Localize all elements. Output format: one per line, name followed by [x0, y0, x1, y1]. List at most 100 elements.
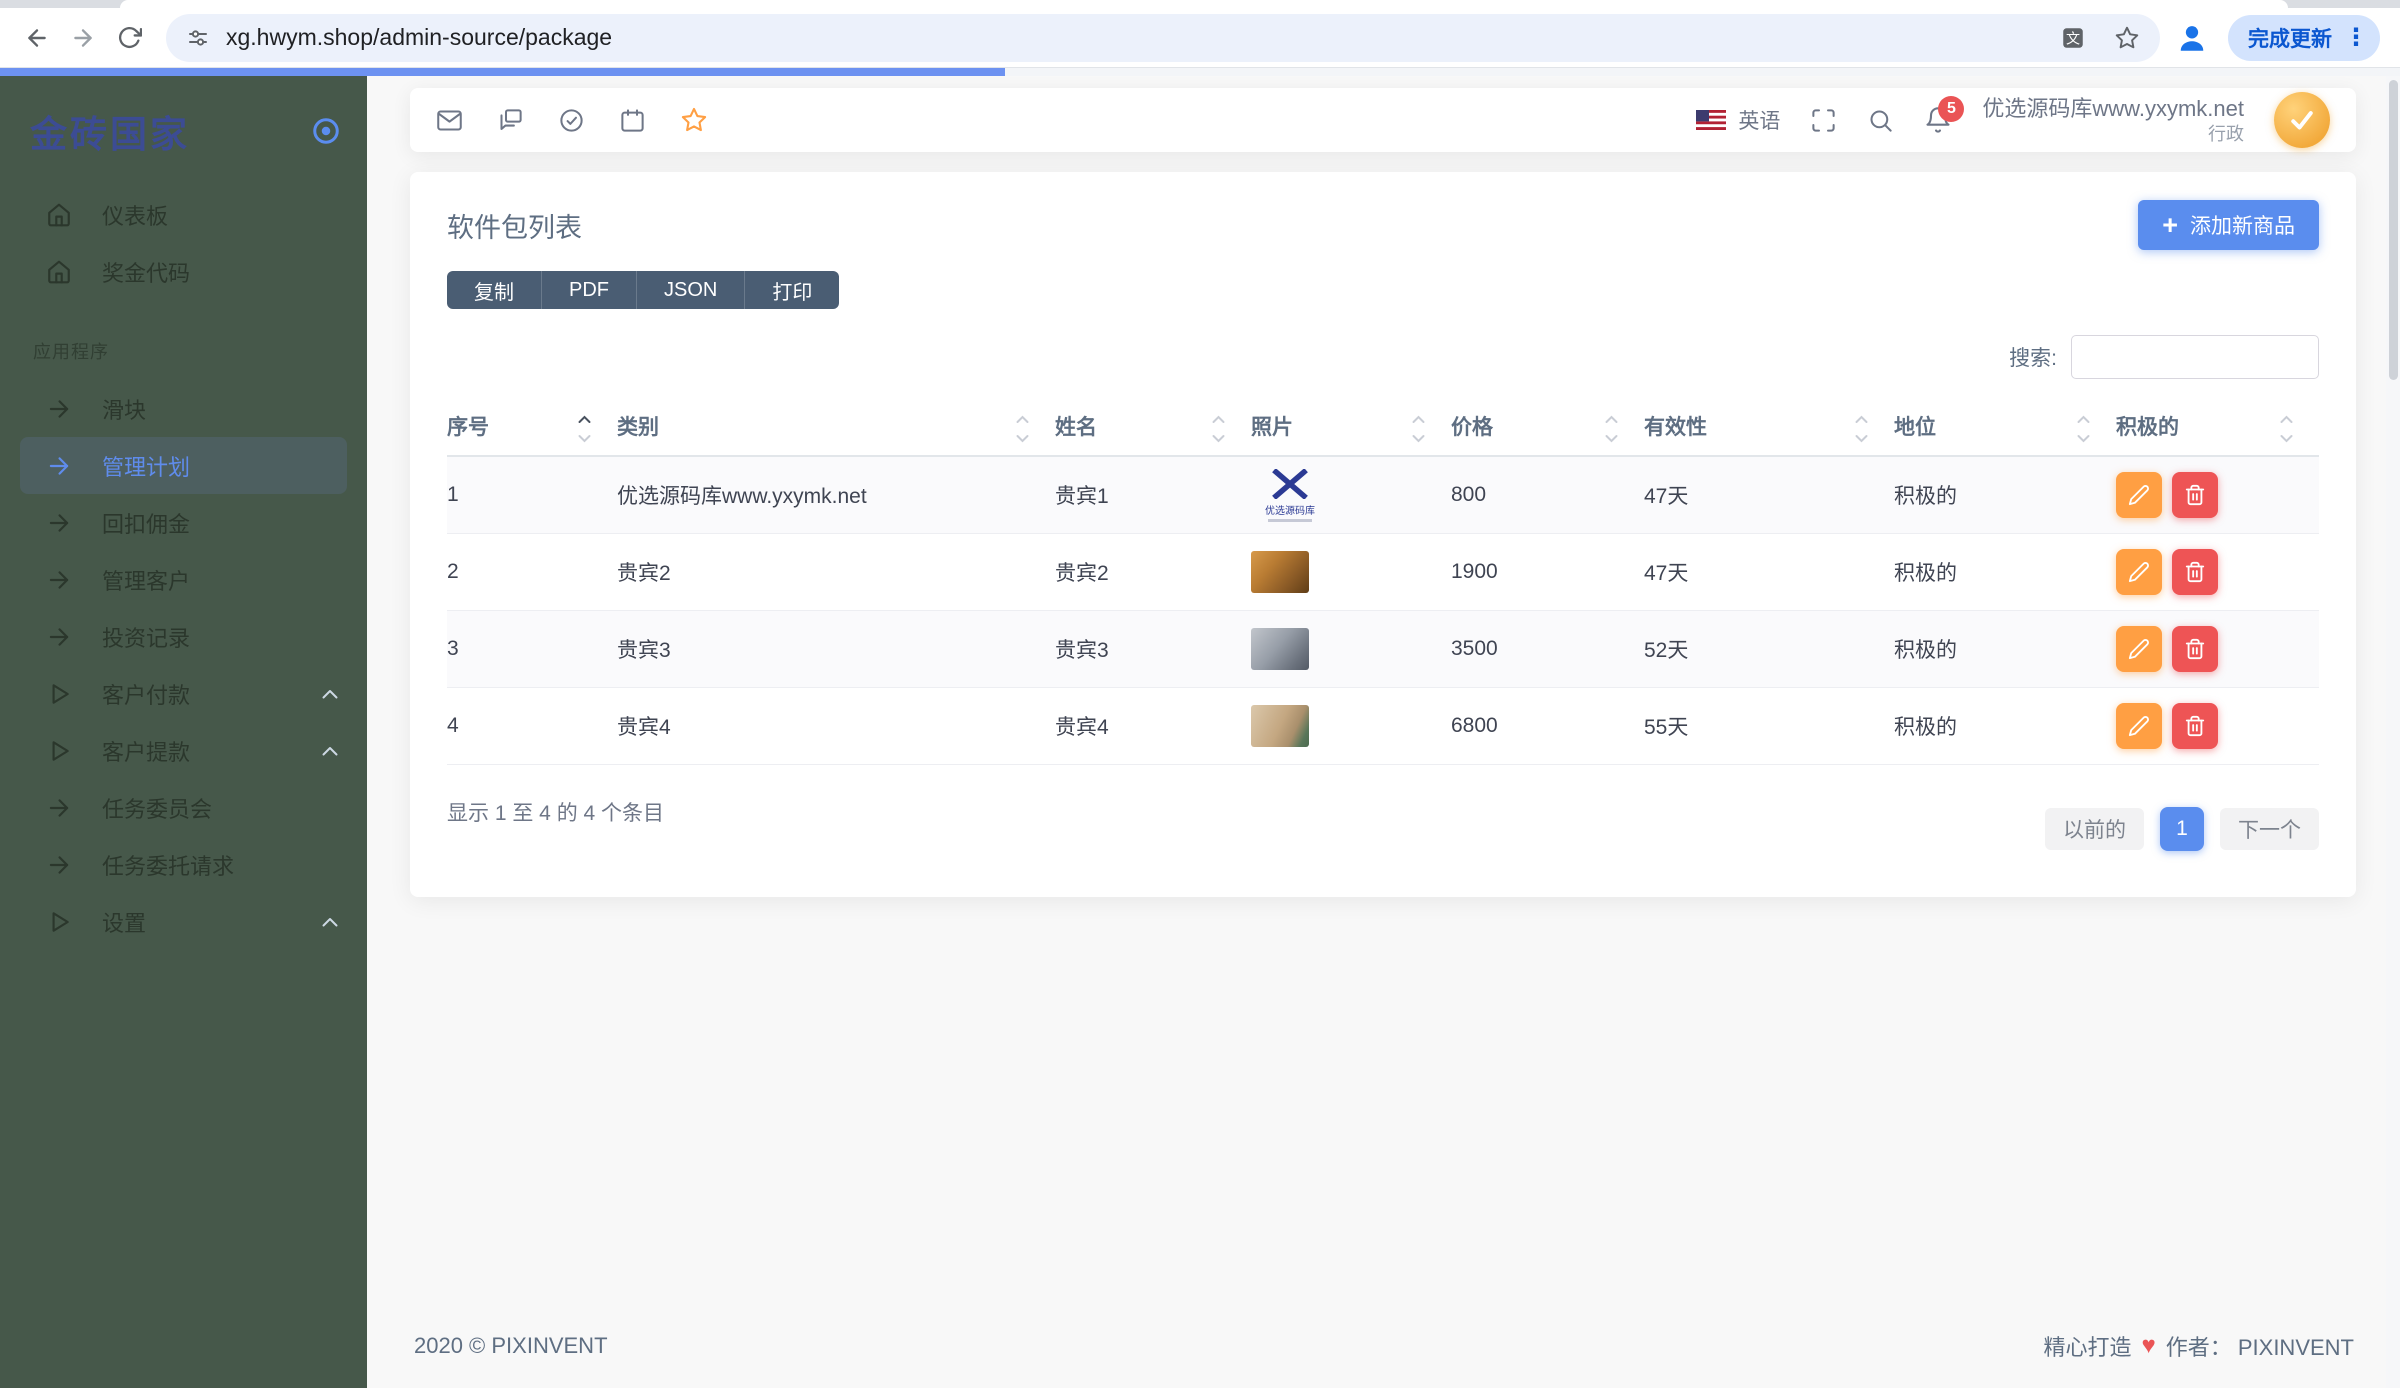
cell-serial: 1 [447, 456, 617, 534]
delete-button[interactable] [2172, 703, 2218, 749]
address-bar[interactable]: xg.hwym.shop/admin-source/package 文 [166, 13, 2160, 62]
notifications-bell-icon[interactable]: 5 [1924, 96, 1965, 134]
sidebar-item[interactable]: 奖金代码 [0, 243, 367, 300]
sidebar-item-label: 任务委托请求 [102, 853, 235, 879]
pencil-icon [2128, 715, 2150, 737]
sidebar-item[interactable]: 客户提款 [0, 722, 367, 779]
delete-button[interactable] [2172, 472, 2218, 518]
add-new-product-button[interactable]: + 添加新商品 [2138, 200, 2319, 250]
notification-badge: 5 [1938, 96, 1965, 122]
sidebar-item-label: 滑块 [102, 397, 147, 423]
sort-carets-icon[interactable] [578, 415, 591, 443]
browser-scrollbar[interactable] [2386, 76, 2400, 1388]
active-tab[interactable] [120, 0, 2288, 8]
trash-icon [2184, 484, 2206, 506]
play-icon [46, 681, 72, 707]
column-header[interactable]: 姓名 [1055, 403, 1251, 457]
sidebar-item[interactable]: 滑块 [0, 380, 367, 437]
check-circle-icon[interactable] [558, 107, 585, 134]
sidebar-item[interactable]: 任务委员会 [0, 779, 367, 836]
column-header[interactable]: 价格 [1451, 403, 1644, 457]
favorite-star-icon[interactable] [680, 106, 708, 134]
browser-menu-icon[interactable]: ⋮ [2344, 25, 2368, 50]
cell-category: 贵宾4 [617, 687, 1055, 765]
sidebar-item-label: 回扣佣金 [102, 511, 191, 537]
play-icon [46, 738, 72, 764]
next-page-button[interactable]: 下一个 [2220, 808, 2319, 850]
user-info[interactable]: 优选源码库www.yxymk.net 行政 [1982, 95, 2244, 145]
sort-carets-icon[interactable] [1855, 415, 1868, 443]
scrollbar-thumb[interactable] [2388, 80, 2398, 380]
language-selector[interactable]: 英语 [1696, 105, 1780, 135]
edit-button[interactable] [2116, 626, 2162, 672]
chat-icon[interactable] [497, 107, 524, 134]
sidebar-item[interactable]: 设置 [0, 893, 367, 950]
delete-button[interactable] [2172, 549, 2218, 595]
sort-carets-icon[interactable] [1605, 415, 1618, 443]
sort-carets-icon[interactable] [2077, 415, 2090, 443]
edit-button[interactable] [2116, 703, 2162, 749]
reload-button[interactable] [106, 15, 152, 61]
play-icon [46, 909, 72, 935]
previous-page-button[interactable]: 以前的 [2045, 808, 2144, 850]
sidebar-pin-toggle-icon[interactable] [311, 116, 341, 146]
cell-price: 6800 [1451, 687, 1644, 765]
user-avatar[interactable] [2274, 92, 2330, 148]
column-header[interactable]: 序号 [447, 403, 617, 457]
sort-carets-icon[interactable] [1212, 415, 1225, 443]
column-header[interactable]: 积极的 [2116, 403, 2319, 457]
cell-actions [2116, 456, 2319, 534]
column-header[interactable]: 地位 [1894, 403, 2116, 457]
forward-button[interactable] [60, 15, 106, 61]
cell-status: 积极的 [1894, 456, 2116, 534]
export-json-button[interactable]: JSON [636, 271, 745, 309]
sidebar: 金砖国家 仪表板 奖金代码 应用程序 滑块 管理计划 回扣佣金 管理客户 投资记… [0, 76, 367, 1388]
edit-button[interactable] [2116, 472, 2162, 518]
author-text: 作者： PIXINVENT [2165, 1335, 2354, 1360]
bookmark-star-icon[interactable] [2114, 25, 2140, 51]
cell-category: 贵宾2 [617, 533, 1055, 611]
arrow-icon [46, 396, 72, 422]
sidebar-item[interactable]: 管理客户 [0, 551, 367, 608]
product-logo-image: 优选源码库 [1251, 468, 1329, 522]
column-header[interactable]: 照片 [1251, 403, 1451, 457]
cell-status: 积极的 [1894, 687, 2116, 765]
sidebar-item-label: 客户付款 [102, 682, 191, 708]
chrome-update-button[interactable]: 完成更新 ⋮ [2228, 14, 2380, 61]
page-title: 软件包列表 [447, 213, 582, 243]
pagination: 以前的 1 下一个 [2045, 807, 2319, 851]
site-settings-icon[interactable] [186, 26, 210, 50]
edit-button[interactable] [2116, 549, 2162, 595]
pencil-icon [2128, 638, 2150, 660]
email-icon[interactable] [436, 107, 463, 134]
sort-carets-icon[interactable] [1016, 415, 1029, 443]
export-打印-button[interactable]: 打印 [744, 271, 840, 309]
column-header[interactable]: 类别 [617, 403, 1055, 457]
column-header[interactable]: 有效性 [1644, 403, 1894, 457]
export-button-group: 复制 PDF JSON 打印 [447, 271, 840, 309]
delete-button[interactable] [2172, 626, 2218, 672]
search-input[interactable] [2071, 335, 2319, 379]
back-button[interactable] [14, 15, 60, 61]
table-row: 2 贵宾2 贵宾2 1900 47天 积极的 [447, 533, 2319, 611]
sidebar-item[interactable]: 仪表板 [0, 186, 367, 243]
sidebar-item[interactable]: 投资记录 [0, 608, 367, 665]
export-pdf-button[interactable]: PDF [541, 271, 636, 309]
sidebar-item[interactable]: 回扣佣金 [0, 494, 367, 551]
table-body: 1 优选源码库www.yxymk.net 贵宾1 优选源码库 800 47天 积… [447, 456, 2319, 765]
fullscreen-icon[interactable] [1810, 107, 1837, 134]
search-icon[interactable] [1867, 107, 1894, 134]
translate-icon[interactable]: 文 [2060, 25, 2086, 51]
sidebar-item[interactable]: 任务委托请求 [0, 836, 367, 893]
sidebar-item[interactable]: 客户付款 [0, 665, 367, 722]
profile-avatar-icon[interactable] [2174, 20, 2210, 56]
sort-carets-icon[interactable] [2280, 415, 2293, 443]
export-复制-button[interactable]: 复制 [447, 271, 541, 309]
current-page-button[interactable]: 1 [2160, 807, 2204, 851]
sidebar-item-active[interactable]: 管理计划 [20, 437, 347, 494]
sort-carets-icon[interactable] [1412, 415, 1425, 443]
chevron-up-icon [321, 688, 339, 700]
sidebar-item-label: 管理计划 [102, 454, 191, 480]
calendar-icon[interactable] [619, 107, 646, 134]
tab-strip [0, 0, 2400, 8]
